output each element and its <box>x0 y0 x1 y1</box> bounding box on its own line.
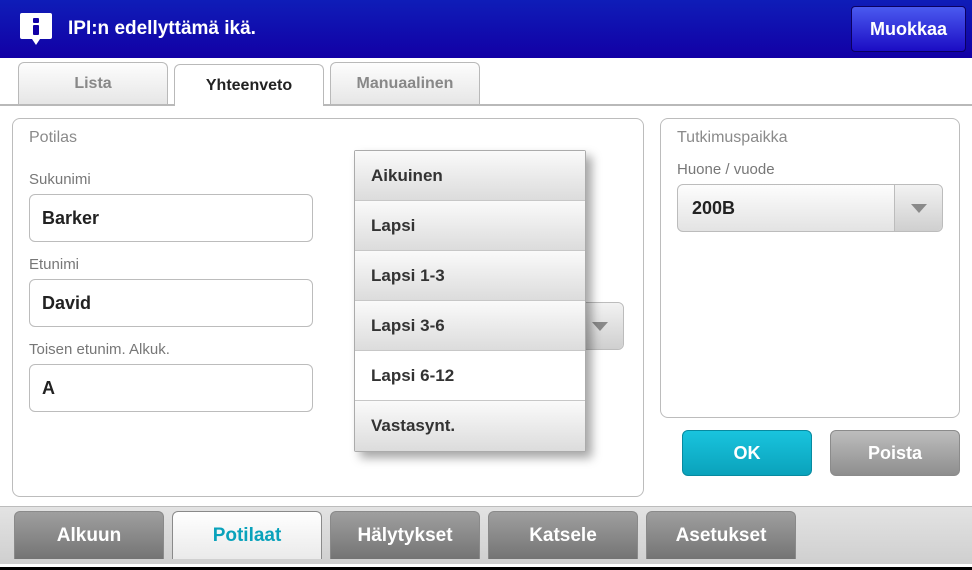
patient-panel-title: Potilas <box>29 129 313 147</box>
firstname-label: Etunimi <box>29 256 313 273</box>
room-label: Huone / vuode <box>677 161 943 178</box>
age-option-vastasynt[interactable]: Vastasynt. <box>355 401 585 451</box>
firstname-field[interactable]: David <box>29 279 313 327</box>
age-option-lapsi[interactable]: Lapsi <box>355 201 585 251</box>
page-title: IPI:n edellyttämä ikä. <box>68 18 256 40</box>
midinit-label: Toisen etunim. Alkuk. <box>29 341 313 358</box>
age-option-lapsi-6-12[interactable]: Lapsi 6-12 <box>355 351 585 401</box>
age-option-lapsi-3-6[interactable]: Lapsi 3-6 <box>355 301 585 351</box>
age-option-lapsi-1-3[interactable]: Lapsi 1-3 <box>355 251 585 301</box>
lastname-label: Sukunimi <box>29 171 313 188</box>
age-dropdown: Aikuinen Lapsi Lapsi 1-3 Lapsi 3-6 Lapsi… <box>354 150 586 452</box>
chevron-down-icon <box>894 185 942 231</box>
room-value: 200B <box>692 198 735 219</box>
app-header: IPI:n edellyttämä ikä. Muokkaa <box>0 0 972 58</box>
age-option-aikuinen[interactable]: Aikuinen <box>355 151 585 201</box>
midinit-field[interactable]: A <box>29 364 313 412</box>
ok-button[interactable]: OK <box>682 430 812 476</box>
tab-lista[interactable]: Lista <box>18 62 168 104</box>
edit-button[interactable]: Muokkaa <box>851 6 966 52</box>
nav-katsele[interactable]: Katsele <box>488 511 638 559</box>
lastname-field[interactable]: Barker <box>29 194 313 242</box>
tab-strip: Lista Yhteenveto Manuaalinen <box>0 58 972 106</box>
nav-alkuun[interactable]: Alkuun <box>14 511 164 559</box>
site-panel-title: Tutkimuspaikka <box>677 129 943 147</box>
tab-yhteenveto[interactable]: Yhteenveto <box>174 64 324 106</box>
room-select[interactable]: 200B <box>677 184 943 232</box>
bottom-nav: Alkuun Potilaat Hälytykset Katsele Asetu… <box>0 506 972 564</box>
action-row: OK Poista <box>660 430 960 476</box>
nav-halytykset[interactable]: Hälytykset <box>330 511 480 559</box>
nav-asetukset[interactable]: Asetukset <box>646 511 796 559</box>
nav-potilaat[interactable]: Potilaat <box>172 511 322 559</box>
tab-manuaalinen[interactable]: Manuaalinen <box>330 62 480 104</box>
site-panel: Tutkimuspaikka Huone / vuode 200B <box>660 118 960 418</box>
delete-button[interactable]: Poista <box>830 430 960 476</box>
info-icon <box>18 11 54 47</box>
